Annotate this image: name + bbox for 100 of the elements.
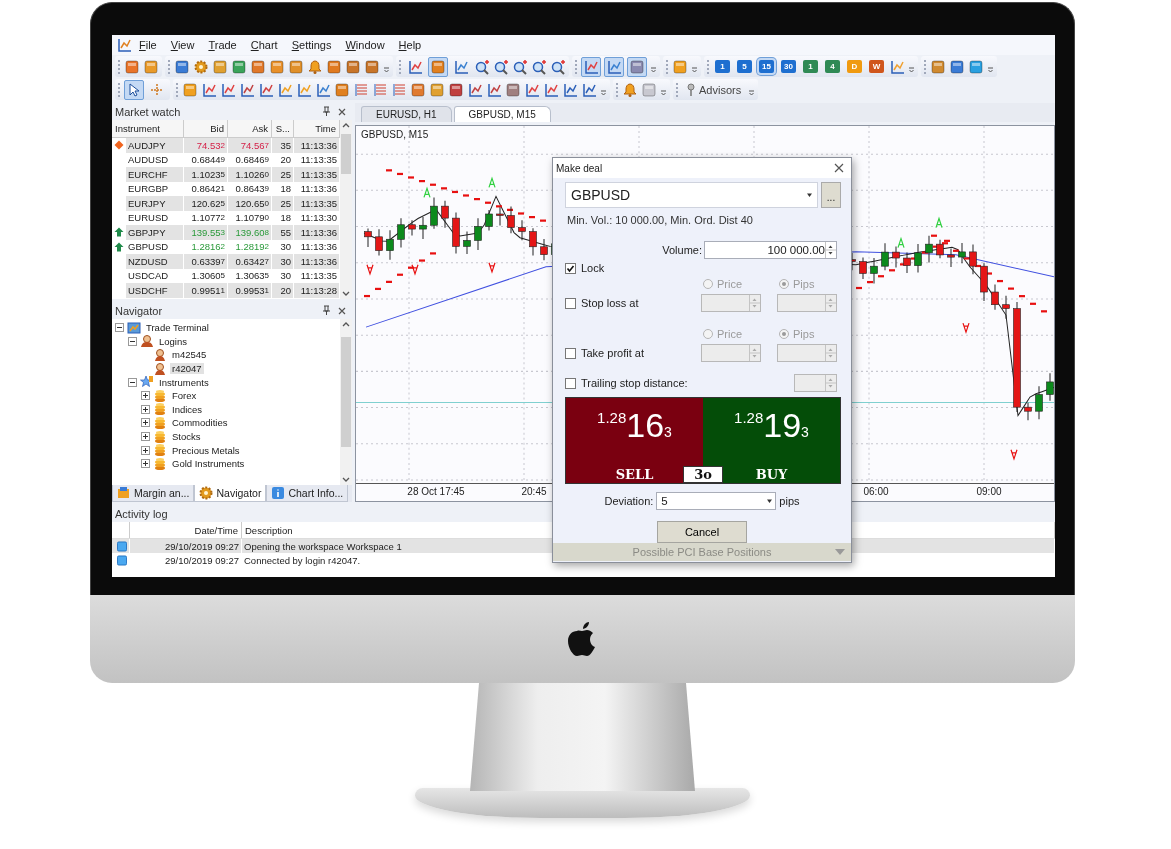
square-icon[interactable] xyxy=(288,58,304,75)
pin-icon[interactable] xyxy=(322,106,331,117)
tree-item[interactable]: Stocks xyxy=(170,431,203,443)
square-icon[interactable] xyxy=(182,81,198,98)
square-icon[interactable] xyxy=(410,81,426,98)
number-field[interactable] xyxy=(701,294,761,312)
caret-icon[interactable] xyxy=(806,192,813,198)
magnifier-icon[interactable] xyxy=(512,58,528,75)
symbol-dropdown[interactable]: GBPUSD xyxy=(565,182,818,208)
tree-item[interactable]: r42047 xyxy=(170,363,204,375)
scrollbar[interactable] xyxy=(340,120,352,299)
menu-item[interactable]: View xyxy=(163,39,202,51)
gear-icon[interactable] xyxy=(193,58,209,75)
chart-tab[interactable]: GBPUSD, M15 xyxy=(453,106,551,122)
checkbox[interactable] xyxy=(565,347,576,359)
plus-box-icon[interactable] xyxy=(141,445,150,455)
square-icon[interactable] xyxy=(326,58,342,75)
more-button[interactable]: ... xyxy=(821,182,841,208)
square-icon[interactable] xyxy=(448,81,464,98)
checkbox[interactable] xyxy=(565,262,576,274)
square-icon[interactable] xyxy=(345,58,361,75)
chart-axes-icon[interactable] xyxy=(562,81,578,98)
chart-axes-icon[interactable] xyxy=(201,81,217,98)
toggle-button[interactable] xyxy=(581,56,601,77)
close-icon[interactable] xyxy=(337,106,347,117)
column-header[interactable]: Date/Time xyxy=(130,522,242,538)
square-icon[interactable] xyxy=(949,58,965,75)
chart-axes-icon[interactable] xyxy=(220,81,236,98)
timeframe-button[interactable]: 1 xyxy=(715,60,730,73)
radio-button[interactable] xyxy=(703,279,713,289)
minus-box-icon[interactable] xyxy=(128,377,137,387)
timeframe-button[interactable]: 30 xyxy=(781,60,796,73)
volume-field[interactable]: 100 000.00 xyxy=(704,241,837,259)
number-field[interactable] xyxy=(794,374,837,392)
plus-box-icon[interactable] xyxy=(141,404,150,414)
column-header[interactable]: Instrument xyxy=(112,120,184,137)
square-icon[interactable] xyxy=(269,58,285,75)
chart-axes-icon[interactable] xyxy=(467,81,483,98)
menu-item[interactable]: Chart xyxy=(243,39,285,51)
checkbox[interactable] xyxy=(565,377,576,389)
plus-box-icon[interactable] xyxy=(141,418,150,428)
toggle-button[interactable] xyxy=(124,79,144,100)
chart-axes-icon[interactable] xyxy=(116,37,132,53)
number-field[interactable] xyxy=(777,294,837,312)
magnifier-icon[interactable] xyxy=(531,58,547,75)
menu-item[interactable]: Help xyxy=(391,39,429,51)
minus-box-icon[interactable] xyxy=(115,323,124,333)
tree-item[interactable]: Logins xyxy=(157,335,189,347)
square-icon[interactable] xyxy=(124,58,140,75)
advisors-button[interactable]: Advisors xyxy=(682,82,746,97)
chart-axes-icon[interactable] xyxy=(315,81,331,98)
square-icon[interactable] xyxy=(968,58,984,75)
scrollbar-thumb[interactable] xyxy=(341,134,351,174)
chart-axes-icon[interactable] xyxy=(889,58,905,75)
square-icon[interactable] xyxy=(672,58,688,75)
radio-button[interactable] xyxy=(779,279,789,289)
timeframe-button[interactable]: 15 xyxy=(759,60,774,73)
magnifier-icon[interactable] xyxy=(493,58,509,75)
chart-axes-icon[interactable] xyxy=(277,81,293,98)
menu-item[interactable]: Trade xyxy=(201,39,244,51)
bell-icon[interactable] xyxy=(307,58,323,75)
chart-tab[interactable]: EURUSD, H1 xyxy=(361,106,452,122)
chart-axes-icon[interactable] xyxy=(239,81,255,98)
deviation-dropdown[interactable]: 5 xyxy=(656,492,777,510)
menu-item[interactable]: Settings xyxy=(284,39,339,51)
square-icon[interactable] xyxy=(250,58,266,75)
number-field[interactable] xyxy=(701,344,761,362)
square-icon[interactable] xyxy=(930,58,946,75)
spinner-icon[interactable] xyxy=(825,242,836,258)
chart-axes-icon[interactable] xyxy=(486,81,502,98)
square-icon[interactable] xyxy=(231,58,247,75)
minus-box-icon[interactable] xyxy=(128,336,137,346)
magnifier-icon[interactable] xyxy=(474,58,490,75)
square-icon[interactable] xyxy=(174,58,190,75)
tree-item[interactable]: Commodities xyxy=(170,417,230,429)
timeframe-button[interactable]: W xyxy=(869,60,884,73)
square-icon[interactable] xyxy=(334,81,350,98)
chart-axes-icon[interactable] xyxy=(296,81,312,98)
close-icon[interactable] xyxy=(337,305,347,316)
cancel-button[interactable]: Cancel xyxy=(657,521,747,543)
square-icon[interactable] xyxy=(212,58,228,75)
checkbox[interactable] xyxy=(565,297,576,309)
timeframe-button[interactable]: 5 xyxy=(737,60,752,73)
column-header[interactable]: Ask xyxy=(228,120,272,137)
scrollbar[interactable] xyxy=(340,319,352,485)
toggle-button[interactable] xyxy=(604,56,624,77)
close-icon[interactable] xyxy=(833,162,845,174)
plus-box-icon[interactable] xyxy=(141,432,150,442)
chart-axes-icon[interactable] xyxy=(524,81,540,98)
magnifier-icon[interactable] xyxy=(550,58,566,75)
lines-icon[interactable] xyxy=(372,81,388,98)
pin-icon[interactable] xyxy=(322,305,331,316)
lines-icon[interactable] xyxy=(353,81,369,98)
radio-button[interactable] xyxy=(703,329,713,339)
tree-item[interactable]: Instruments xyxy=(157,376,211,388)
square-icon[interactable] xyxy=(429,81,445,98)
panel-tab[interactable]: Navigator xyxy=(194,485,267,502)
bell-icon[interactable] xyxy=(622,81,638,98)
column-header[interactable]: S... xyxy=(272,120,294,137)
menu-item[interactable]: File xyxy=(132,39,164,51)
